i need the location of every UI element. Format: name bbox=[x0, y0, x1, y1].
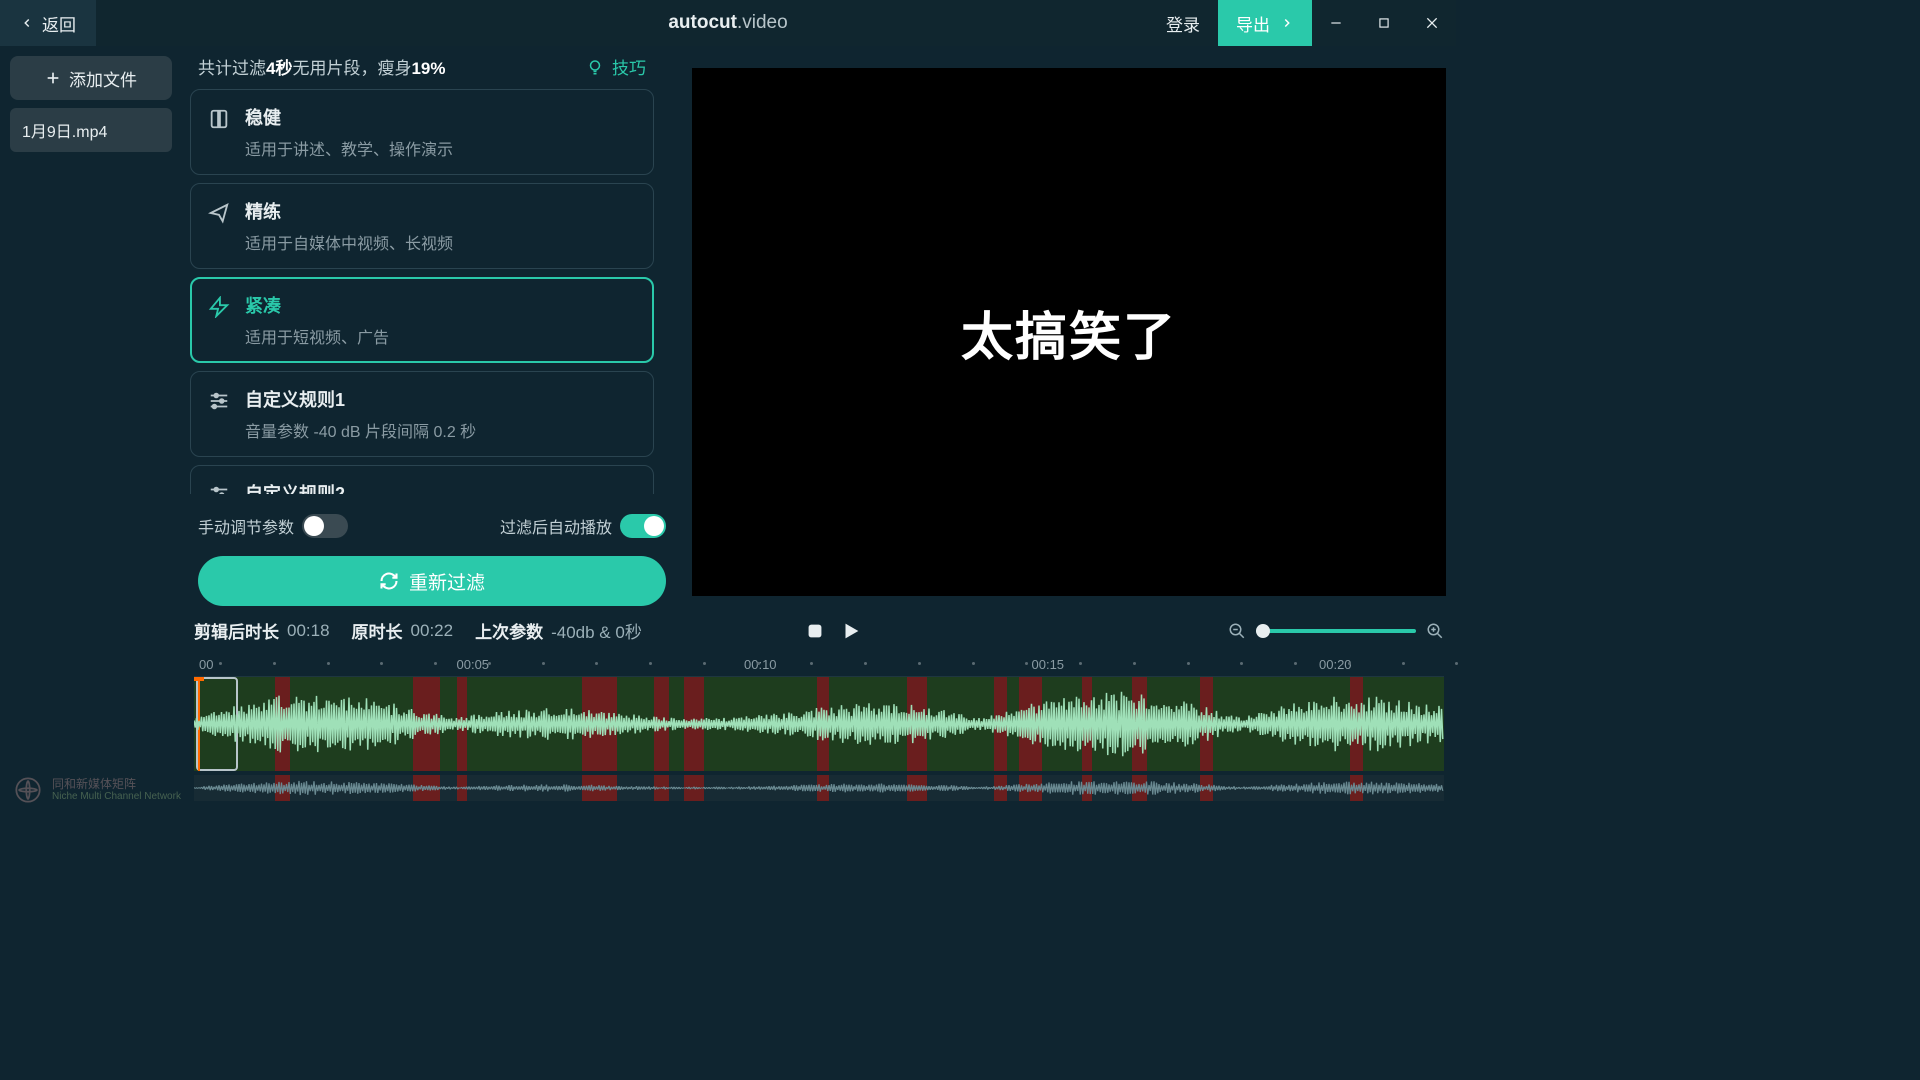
bulb-icon bbox=[586, 58, 604, 76]
manual-toggle[interactable] bbox=[302, 514, 348, 538]
preset-title: 自定义规则1 bbox=[245, 386, 476, 412]
video-preview[interactable]: 太搞笑了 bbox=[692, 68, 1446, 596]
back-label: 返回 bbox=[42, 11, 76, 36]
minimize-button[interactable] bbox=[1312, 0, 1360, 46]
preset-sliders[interactable]: 自定义规则2 音量参数 -40 dB 片段间隔 0.2 秒 bbox=[190, 465, 654, 494]
close-button[interactable] bbox=[1408, 0, 1456, 46]
waveform-track[interactable] bbox=[194, 677, 1444, 771]
bolt-icon bbox=[207, 295, 231, 319]
titlebar: 返回 autocut.video 登录 导出 bbox=[0, 0, 1456, 46]
zoom-in-button[interactable] bbox=[1426, 622, 1444, 640]
timeline[interactable]: 0000:0500:1000:1500:20 bbox=[194, 653, 1444, 803]
export-button[interactable]: 导出 bbox=[1218, 0, 1312, 46]
login-button[interactable]: 登录 bbox=[1148, 0, 1218, 46]
watermark: 同和新媒体矩阵Niche Multi Channel Network bbox=[14, 776, 181, 804]
chevron-left-icon bbox=[20, 16, 34, 30]
autoplay-toggle-label: 过滤后自动播放 bbox=[500, 514, 612, 538]
preset-book[interactable]: 稳健 适用于讲述、教学、操作演示 bbox=[190, 89, 654, 175]
plus-icon bbox=[45, 70, 61, 86]
preset-desc: 适用于短视频、广告 bbox=[245, 324, 389, 348]
timeline-info: 剪辑后时长00:18 原时长00:22 上次参数-40db & 0秒 bbox=[194, 614, 1444, 653]
preset-list[interactable]: 稳健 适用于讲述、教学、操作演示 精练 适用于自媒体中视频、长视频 紧凑 适用于… bbox=[190, 89, 658, 494]
stop-button[interactable] bbox=[804, 620, 826, 642]
preview-caption: 太搞笑了 bbox=[961, 295, 1177, 370]
overview-track[interactable] bbox=[194, 775, 1444, 801]
back-button[interactable]: 返回 bbox=[0, 0, 96, 46]
preset-title: 紧凑 bbox=[245, 292, 389, 318]
sliders-icon bbox=[207, 483, 231, 494]
add-file-button[interactable]: 添加文件 bbox=[10, 56, 172, 100]
preset-sliders[interactable]: 自定义规则1 音量参数 -40 dB 片段间隔 0.2 秒 bbox=[190, 371, 654, 457]
maximize-button[interactable] bbox=[1360, 0, 1408, 46]
autoplay-toggle[interactable] bbox=[620, 514, 666, 538]
sidebar: 添加文件 1月9日.mp4 bbox=[0, 46, 182, 816]
zoom-slider[interactable] bbox=[1256, 629, 1416, 633]
preset-desc: 适用于自媒体中视频、长视频 bbox=[245, 230, 453, 254]
timeline-ruler: 0000:0500:1000:1500:20 bbox=[194, 653, 1444, 677]
play-button[interactable] bbox=[840, 620, 862, 642]
filter-summary: 共计过滤4秒无用片段，瘦身19% 技巧 bbox=[190, 46, 674, 89]
preset-title: 精练 bbox=[245, 198, 453, 224]
sliders-icon bbox=[207, 389, 231, 413]
file-item[interactable]: 1月9日.mp4 bbox=[10, 108, 172, 152]
book-icon bbox=[207, 107, 231, 131]
refilter-button[interactable]: 重新过滤 bbox=[198, 556, 666, 606]
preset-title: 稳健 bbox=[245, 104, 453, 130]
preset-send[interactable]: 精练 适用于自媒体中视频、长视频 bbox=[190, 183, 654, 269]
logo-icon bbox=[14, 776, 42, 804]
app-title: autocut.video bbox=[668, 12, 787, 34]
chevron-right-icon bbox=[1280, 16, 1294, 30]
tips-link[interactable]: 技巧 bbox=[586, 54, 646, 79]
preset-bolt[interactable]: 紧凑 适用于短视频、广告 bbox=[190, 277, 654, 363]
preset-desc: 音量参数 -40 dB 片段间隔 0.2 秒 bbox=[245, 418, 476, 442]
send-icon bbox=[207, 201, 231, 225]
preset-title: 自定义规则2 bbox=[245, 480, 476, 494]
zoom-out-button[interactable] bbox=[1228, 622, 1246, 640]
preset-desc: 适用于讲述、教学、操作演示 bbox=[245, 136, 453, 160]
refresh-icon bbox=[379, 571, 399, 591]
manual-toggle-label: 手动调节参数 bbox=[198, 514, 294, 538]
